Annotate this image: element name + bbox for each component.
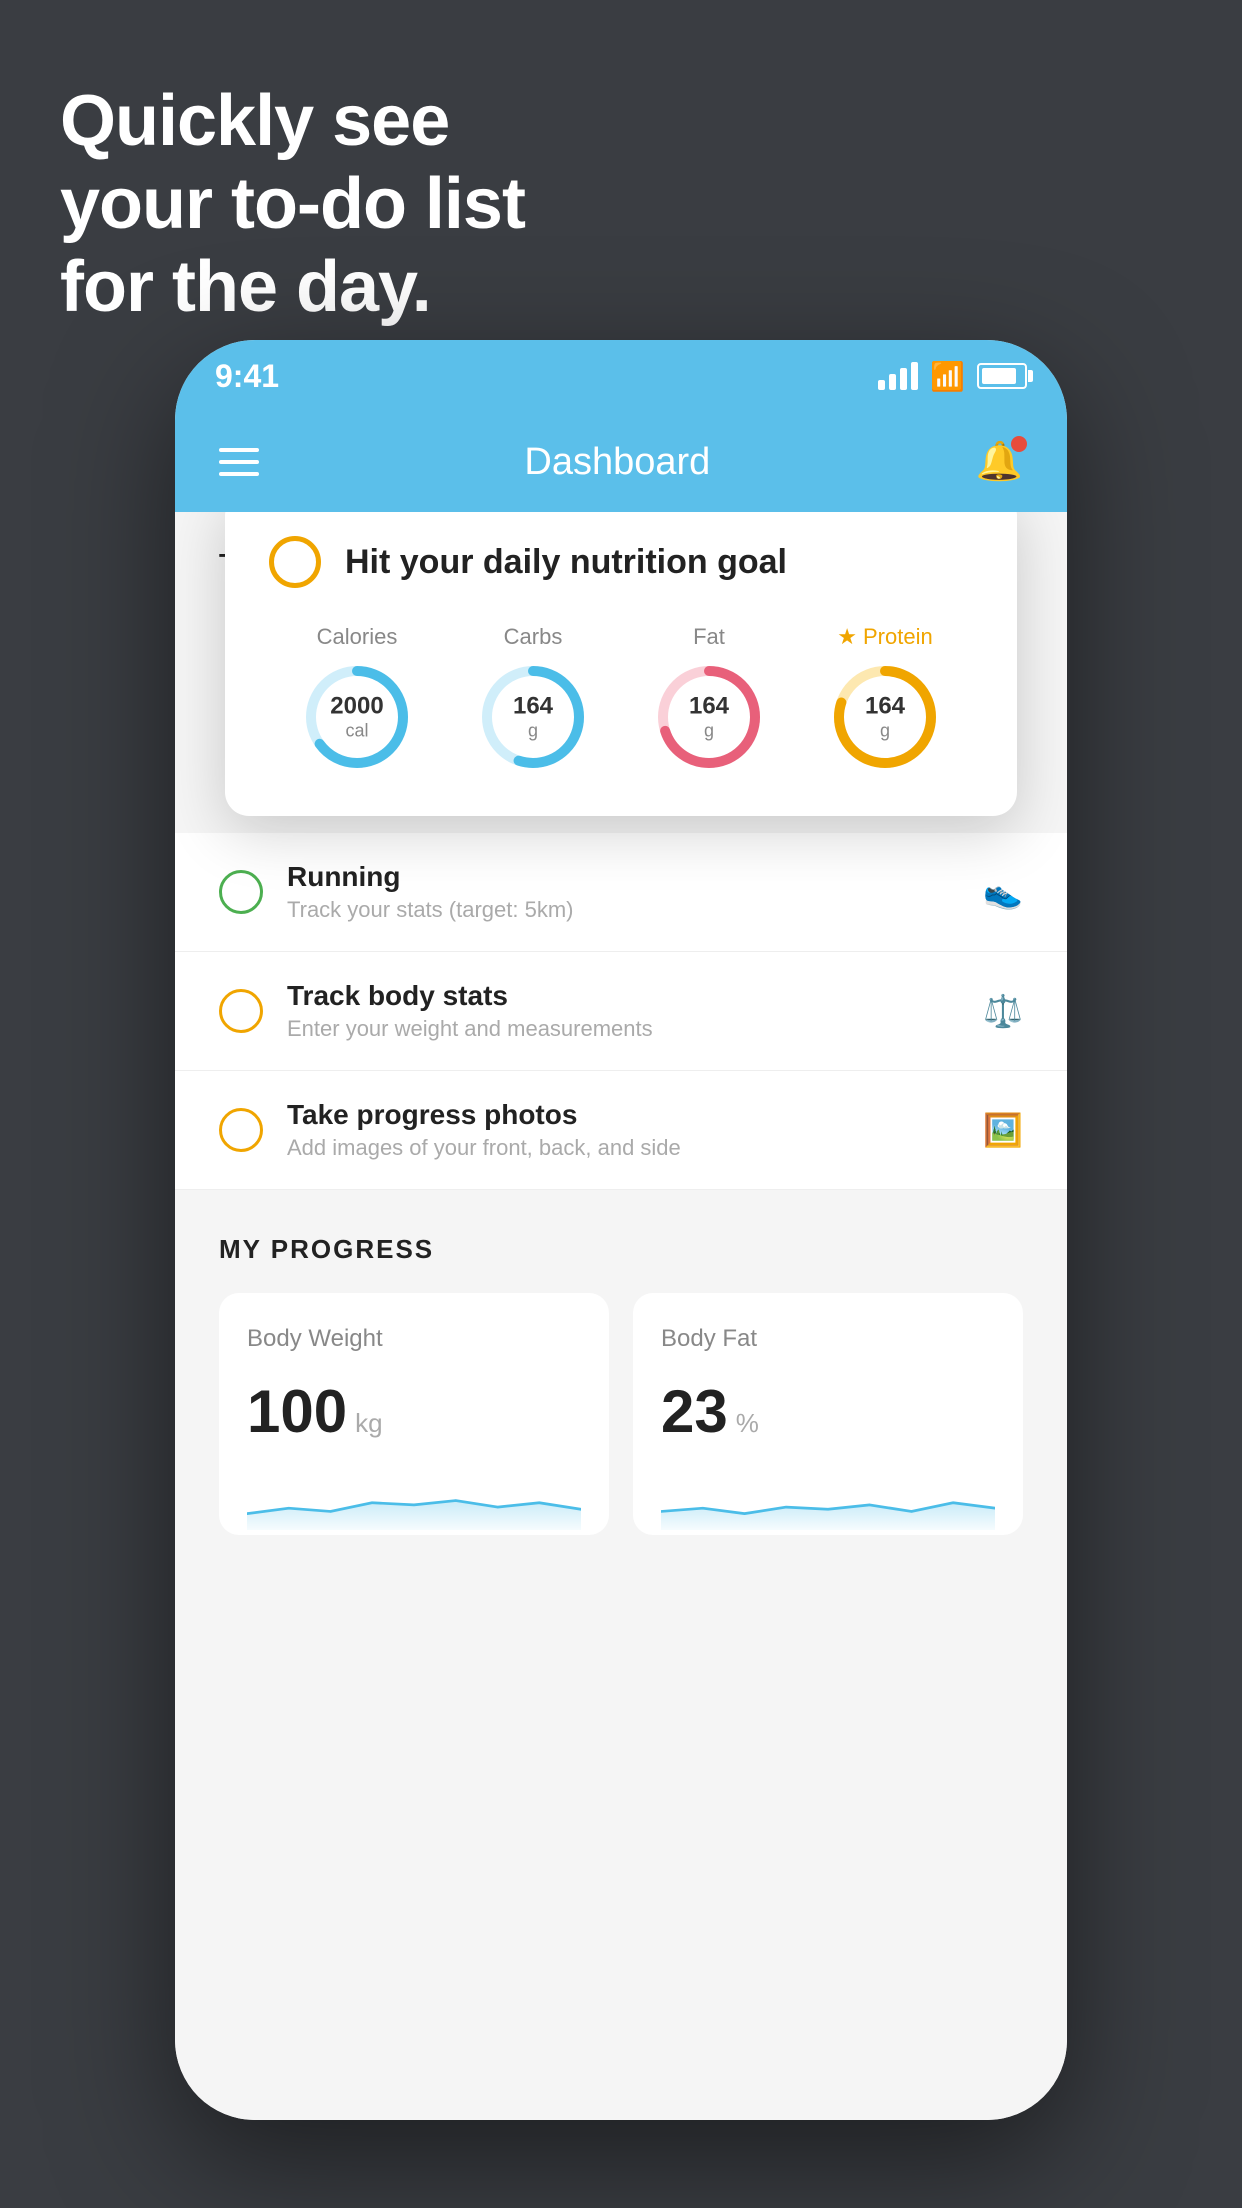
donut-unit: g [865, 721, 905, 742]
todo-action-icon: 👟 [983, 873, 1023, 911]
todo-action-icon: ⚖️ [983, 992, 1023, 1030]
sparkline-chart [247, 1470, 581, 1530]
star-icon: ★ [837, 624, 857, 650]
progress-card-title: Body Weight [247, 1325, 581, 1353]
donut-value: 164 [513, 693, 553, 721]
todo-text-group: Track body stats Enter your weight and m… [287, 980, 959, 1042]
todo-list: Running Track your stats (target: 5km) 👟… [175, 833, 1067, 1190]
notification-badge [1011, 436, 1027, 452]
sparkline-chart [661, 1470, 995, 1530]
donut-value: 164 [689, 693, 729, 721]
wifi-icon: 📶 [930, 360, 965, 393]
nutrition-label-calories: Calories [317, 624, 398, 650]
nutrition-item-protein: ★Protein 164 g [830, 624, 940, 772]
progress-section: MY PROGRESS Body Weight 100 kg Body Fat … [175, 1190, 1067, 1535]
nutrition-item-fat: Fat 164 g [654, 624, 764, 772]
donut-value: 2000 [330, 693, 383, 721]
donut-unit: g [689, 721, 729, 742]
hero-text: Quickly see your to-do list for the day. [60, 80, 525, 328]
donut-center: 164 g [513, 693, 553, 742]
progress-unit: kg [355, 1408, 382, 1439]
donut-calories: 2000 cal [302, 662, 412, 772]
donut-unit: cal [330, 721, 383, 742]
todo-title: Take progress photos [287, 1099, 959, 1131]
hamburger-icon[interactable] [219, 448, 259, 476]
progress-value: 100 [247, 1377, 347, 1446]
progress-cards: Body Weight 100 kg Body Fat 23 % [219, 1293, 1023, 1535]
status-time: 9:41 [215, 358, 279, 395]
progress-unit: % [736, 1408, 759, 1439]
todo-text-group: Take progress photos Add images of your … [287, 1099, 959, 1161]
progress-label: MY PROGRESS [219, 1234, 1023, 1265]
donut-protein: 164 g [830, 662, 940, 772]
progress-card-body-fat[interactable]: Body Fat 23 % [633, 1293, 1023, 1535]
nutrition-row: Calories 2000 cal Carbs 164 g Fat 164 g … [269, 624, 973, 772]
nutrition-card: Hit your daily nutrition goal Calories 2… [225, 512, 1017, 816]
hero-line1: Quickly see [60, 80, 525, 163]
battery-icon [977, 363, 1027, 389]
app-content: THINGS TO DO TODAY Hit your daily nutrit… [175, 512, 1067, 2120]
phone-frame: 9:41 📶 Dashboard 🔔 TH [175, 340, 1067, 2120]
bell-icon[interactable]: 🔔 [976, 440, 1023, 484]
todo-subtitle: Track your stats (target: 5km) [287, 897, 959, 923]
todo-title: Track body stats [287, 980, 959, 1012]
donut-carbs: 164 g [478, 662, 588, 772]
header-title: Dashboard [524, 441, 710, 484]
hero-line2: your to-do list [60, 163, 525, 246]
todo-circle [219, 989, 263, 1033]
todo-circle [219, 1108, 263, 1152]
todo-item-progress-photo[interactable]: Take progress photos Add images of your … [175, 1071, 1067, 1190]
card-header: Hit your daily nutrition goal [269, 536, 973, 588]
hero-line3: for the day. [60, 246, 525, 329]
nutrition-label-protein: ★Protein [837, 624, 932, 650]
donut-center: 2000 cal [330, 693, 383, 742]
todo-title: Running [287, 861, 959, 893]
progress-card-title: Body Fat [661, 1325, 995, 1353]
nutrition-item-carbs: Carbs 164 g [478, 624, 588, 772]
todo-subtitle: Enter your weight and measurements [287, 1016, 959, 1042]
todo-subtitle: Add images of your front, back, and side [287, 1135, 959, 1161]
nutrition-card-title: Hit your daily nutrition goal [345, 543, 787, 582]
todo-item-running[interactable]: Running Track your stats (target: 5km) 👟 [175, 833, 1067, 952]
progress-card-body-weight[interactable]: Body Weight 100 kg [219, 1293, 609, 1535]
todo-item-track-body[interactable]: Track body stats Enter your weight and m… [175, 952, 1067, 1071]
nutrition-label-fat: Fat [693, 624, 725, 650]
progress-value-row: 100 kg [247, 1377, 581, 1446]
signal-icon [878, 362, 918, 390]
app-header: Dashboard 🔔 [175, 412, 1067, 512]
status-icons: 📶 [878, 360, 1027, 393]
status-bar: 9:41 📶 [175, 340, 1067, 412]
donut-center: 164 g [865, 693, 905, 742]
progress-value-row: 23 % [661, 1377, 995, 1446]
nutrition-label-carbs: Carbs [504, 624, 563, 650]
nutrition-item-calories: Calories 2000 cal [302, 624, 412, 772]
donut-unit: g [513, 721, 553, 742]
todo-text-group: Running Track your stats (target: 5km) [287, 861, 959, 923]
progress-value: 23 [661, 1377, 728, 1446]
todo-action-icon: 🖼️ [983, 1111, 1023, 1149]
donut-center: 164 g [689, 693, 729, 742]
nutrition-check-circle[interactable] [269, 536, 321, 588]
donut-fat: 164 g [654, 662, 764, 772]
todo-circle [219, 870, 263, 914]
donut-value: 164 [865, 693, 905, 721]
